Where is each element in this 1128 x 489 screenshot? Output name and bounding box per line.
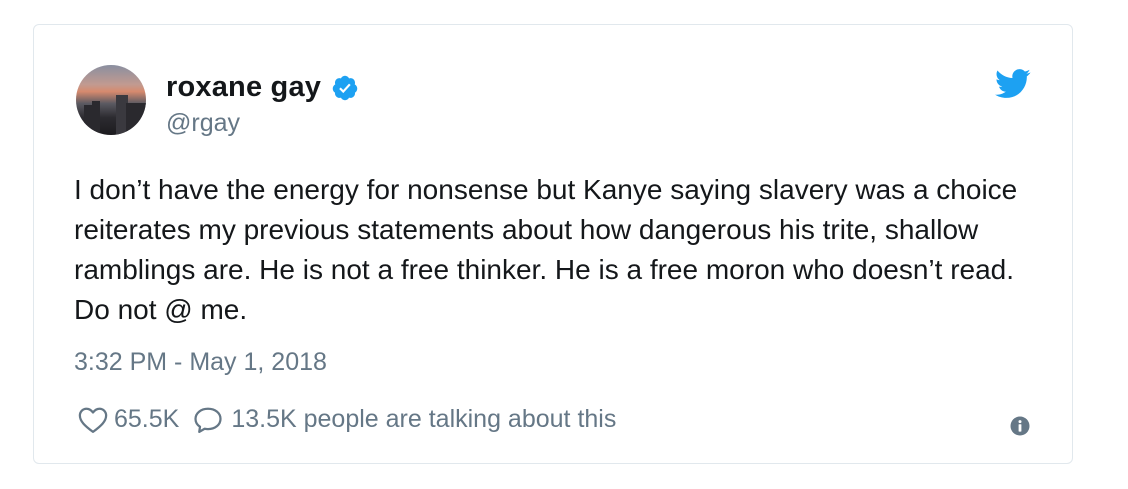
talking-link[interactable]: 13.5K people are talking about this (193, 405, 616, 434)
tweet-actions: 65.5K 13.5K people are talking about thi… (78, 405, 616, 434)
info-icon[interactable] (1010, 416, 1030, 436)
author-display-name[interactable]: roxane gay (166, 71, 321, 104)
avatar[interactable] (76, 65, 146, 135)
tweet-card: roxane gay @rgay I don’t have the energy… (33, 24, 1073, 464)
heart-icon (78, 407, 108, 433)
speech-bubble-icon (194, 407, 222, 433)
verified-badge-icon (332, 75, 358, 100)
author-name-row: roxane gay (166, 71, 359, 104)
author-handle[interactable]: @rgay (166, 109, 240, 138)
like-count: 65.5K (114, 405, 180, 433)
like-button[interactable]: 65.5K (78, 405, 193, 434)
tweet-timestamp[interactable]: 3:32 PM - May 1, 2018 (74, 348, 327, 377)
talking-about-text: 13.5K people are talking about this (231, 405, 617, 433)
twitter-bird-icon[interactable] (995, 69, 1031, 99)
tweet-text: I don’t have the energy for nonsense but… (74, 174, 1018, 325)
